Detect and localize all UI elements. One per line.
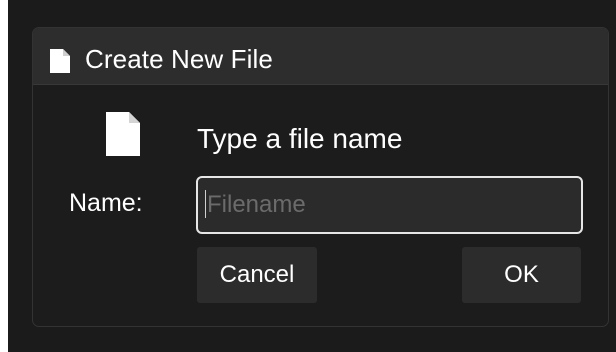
window-frame: Create New File Type a file name Name: C… (8, 0, 616, 352)
dialog-titlebar: Create New File (33, 28, 608, 85)
file-icon (50, 49, 70, 78)
dialog-heading: Type a file name (197, 123, 403, 154)
create-file-dialog: Create New File Type a file name Name: C… (32, 27, 609, 327)
dialog-title: Create New File (85, 44, 273, 74)
name-label: Name: (69, 189, 143, 217)
text-caret (205, 190, 206, 218)
ok-button[interactable]: OK (462, 247, 581, 303)
document-icon (106, 112, 140, 161)
cancel-button[interactable]: Cancel (197, 247, 317, 303)
filename-input[interactable] (196, 176, 583, 234)
